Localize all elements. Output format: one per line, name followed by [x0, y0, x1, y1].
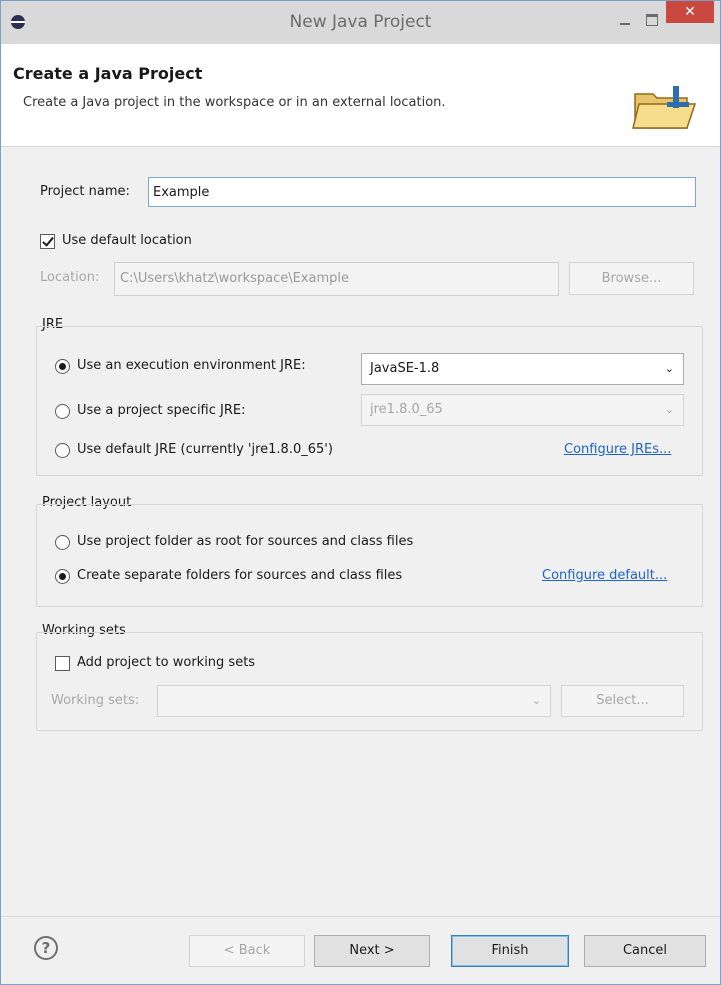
working-sets-label: Working sets: [51, 693, 140, 708]
wizard-banner: Create a Java Project Create a Java proj… [1, 44, 720, 147]
use-default-location-checkbox[interactable] [40, 234, 55, 249]
browse-button: Browse... [569, 262, 694, 295]
next-button[interactable]: Next > [314, 935, 430, 967]
jre-option-default-label: Use default JRE (currently 'jre1.8.0_65'… [77, 442, 333, 457]
location-label: Location: [40, 270, 100, 285]
jre-option-default-radio[interactable] [55, 443, 70, 458]
layout-option-separate-radio[interactable] [55, 569, 70, 584]
project-name-input[interactable] [148, 177, 696, 207]
layout-option-root-label: Use project folder as root for sources a… [77, 534, 414, 549]
jre-option-project-specific-radio[interactable] [55, 404, 70, 419]
title-bar[interactable]: New Java Project ✕ [1, 1, 720, 44]
project-specific-jre-select: jre1.8.0_65 ⌄ [361, 394, 684, 426]
use-default-location-label: Use default location [62, 233, 192, 248]
chevron-down-icon: ⌄ [531, 694, 541, 707]
select-working-sets-button: Select... [561, 685, 684, 717]
layout-option-separate-label: Create separate folders for sources and … [77, 568, 403, 583]
back-button: < Back [189, 935, 305, 967]
layout-option-root-radio[interactable] [55, 535, 70, 550]
finish-button[interactable]: Finish [451, 935, 569, 967]
maximize-button[interactable] [638, 11, 666, 31]
chevron-down-icon: ⌄ [664, 403, 674, 416]
add-to-working-sets-label: Add project to working sets [77, 655, 256, 670]
close-button[interactable]: ✕ [666, 1, 714, 23]
execution-environment-value: JavaSE-1.8 [370, 361, 440, 376]
chevron-down-icon: ⌄ [664, 362, 674, 375]
configure-jres-link[interactable]: Configure JREs... [564, 442, 671, 457]
configure-default-link[interactable]: Configure default... [542, 568, 667, 583]
execution-environment-select[interactable]: JavaSE-1.8 ⌄ [361, 353, 684, 385]
project-specific-jre-value: jre1.8.0_65 [370, 402, 443, 417]
wizard-title: Create a Java Project [13, 64, 203, 83]
footer-separator [1, 916, 720, 917]
new-java-project-dialog: New Java Project ✕ Create a Java Project… [0, 0, 721, 985]
cancel-button[interactable]: Cancel [584, 935, 706, 967]
jre-option-execution-environment-label: Use an execution environment JRE: [77, 358, 306, 373]
wizard-description: Create a Java project in the workspace o… [23, 95, 446, 110]
project-name-label: Project name: [40, 184, 130, 199]
jre-option-execution-environment-radio[interactable] [55, 359, 70, 374]
working-sets-select: ⌄ [157, 685, 551, 717]
folder-icon [632, 86, 697, 129]
project-layout-group [36, 504, 703, 607]
add-to-working-sets-checkbox[interactable] [55, 656, 70, 671]
location-field: C:\Users\khatz\workspace\Example [114, 262, 559, 296]
minimize-button[interactable] [612, 13, 638, 31]
jre-option-project-specific-label: Use a project specific JRE: [77, 403, 246, 418]
help-icon[interactable]: ? [34, 936, 58, 960]
